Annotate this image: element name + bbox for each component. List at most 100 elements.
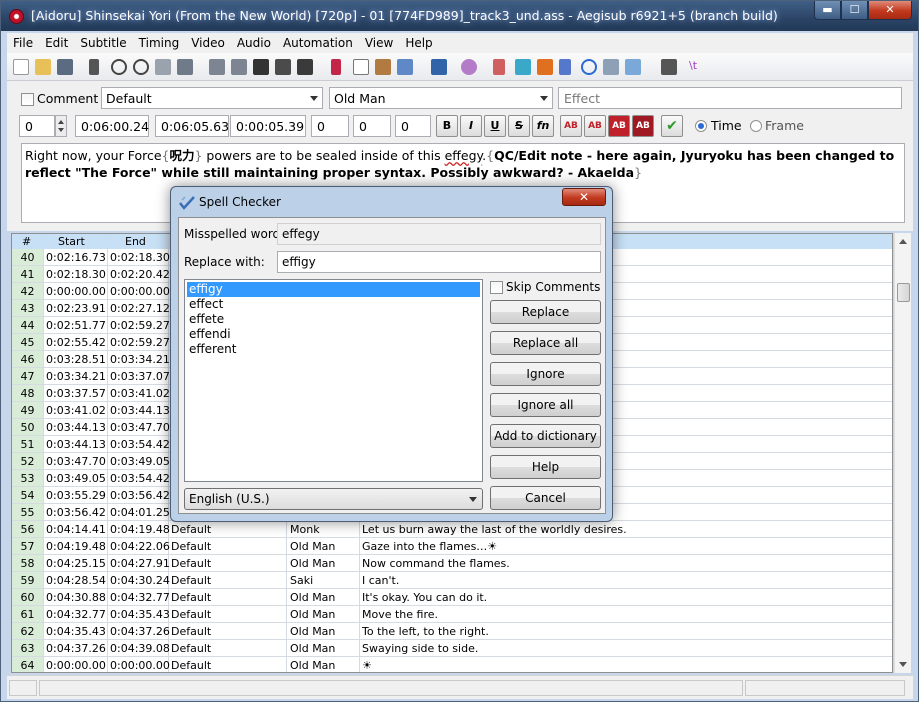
help-button[interactable]: Help bbox=[490, 455, 601, 479]
margin-right-field[interactable]: 0 bbox=[353, 115, 391, 137]
time-radio[interactable] bbox=[695, 120, 707, 132]
video-end-icon[interactable] bbox=[231, 59, 247, 75]
menu-help[interactable]: Help bbox=[399, 36, 438, 50]
table-row[interactable]: 59 0:04:28.54 0:04:30.24 Default Saki I can't… bbox=[12, 572, 892, 589]
suggestion-item[interactable]: effete bbox=[187, 312, 480, 327]
table-row[interactable]: 60 0:04:30.88 0:04:32.77 Default Old Man It's… bbox=[12, 589, 892, 606]
dialog-close-button[interactable]: ✕ bbox=[562, 188, 606, 206]
replace-all-button[interactable]: Replace all bbox=[490, 331, 601, 355]
table-row[interactable]: 64 0:00:00.00 0:00:00.00 Default Old Man ☀ bbox=[12, 657, 892, 672]
menu-timing[interactable]: Timing bbox=[133, 36, 186, 50]
zoom-out-icon[interactable] bbox=[133, 59, 149, 75]
snap-icon[interactable] bbox=[155, 59, 171, 75]
suggestion-item[interactable]: efferent bbox=[187, 342, 480, 357]
replace-with-input[interactable]: effigy bbox=[277, 251, 601, 273]
style-select[interactable]: Default bbox=[101, 87, 323, 109]
shadow-color-button[interactable]: AB bbox=[632, 115, 654, 137]
snap-end-icon[interactable] bbox=[177, 59, 193, 75]
close-button[interactable]: ✕ bbox=[868, 1, 912, 20]
kanji-timer-icon[interactable] bbox=[559, 59, 571, 75]
table-row[interactable]: 57 0:04:19.48 0:04:22.06 Default Old Man Gaze… bbox=[12, 538, 892, 555]
shift-times-icon[interactable] bbox=[581, 59, 597, 75]
assistant-icon[interactable] bbox=[461, 59, 477, 75]
timing-post-icon[interactable] bbox=[537, 59, 553, 75]
suggestion-item[interactable]: effendi bbox=[187, 327, 480, 342]
outline-color-button[interactable]: AB bbox=[608, 115, 630, 137]
start-time-field[interactable]: 0:06:00.24 bbox=[75, 115, 149, 137]
cancel-button[interactable]: Cancel bbox=[490, 486, 601, 510]
bold-button[interactable]: B bbox=[436, 115, 458, 137]
layer-field[interactable]: 0 bbox=[19, 115, 55, 137]
jump-to-icon[interactable] bbox=[89, 59, 99, 75]
cell-start-time: 0:02:55.42 bbox=[46, 336, 106, 349]
margin-vertical-field[interactable]: 0 bbox=[395, 115, 431, 137]
ignore-all-button[interactable]: Ignore all bbox=[490, 393, 601, 417]
options-icon[interactable] bbox=[661, 59, 677, 75]
cell-start-time: 0:04:25.15 bbox=[46, 557, 106, 570]
table-row[interactable]: 56 0:04:14.41 0:04:19.48 Default Monk Let us … bbox=[12, 521, 892, 538]
comment-checkbox[interactable] bbox=[21, 93, 34, 106]
secondary-color-button[interactable]: AB bbox=[584, 115, 606, 137]
suggestions-list[interactable]: effigy effect effete effendi efferent bbox=[184, 279, 483, 482]
zoom-in-icon[interactable] bbox=[111, 59, 127, 75]
scroll-up-icon[interactable] bbox=[899, 239, 907, 244]
effect-field[interactable]: Effect bbox=[558, 87, 902, 109]
spell-check-icon[interactable] bbox=[625, 59, 641, 75]
underline-button[interactable]: U bbox=[484, 115, 506, 137]
automation-icon[interactable] bbox=[431, 59, 447, 75]
table-row[interactable]: 61 0:04:32.77 0:04:35.43 Default Old Man Move… bbox=[12, 606, 892, 623]
suggestion-item[interactable]: effect bbox=[187, 297, 480, 312]
menu-video[interactable]: Video bbox=[185, 36, 231, 50]
table-row[interactable]: 58 0:04:25.15 0:04:27.91 Default Old Man Now … bbox=[12, 555, 892, 572]
skip-comments-checkbox[interactable] bbox=[490, 281, 503, 294]
scroll-down-icon[interactable] bbox=[899, 662, 907, 667]
italic-button[interactable]: I bbox=[460, 115, 482, 137]
fonts-icon[interactable] bbox=[397, 59, 413, 75]
save-file-icon[interactable] bbox=[57, 59, 73, 75]
maximize-button[interactable]: ☐ bbox=[841, 1, 868, 20]
menu-edit[interactable]: Edit bbox=[39, 36, 74, 50]
menu-file[interactable]: File bbox=[7, 36, 39, 50]
override-tags-icon[interactable]: \t bbox=[689, 59, 705, 75]
language-select[interactable]: English (U.S.) bbox=[184, 488, 483, 510]
title-bar[interactable]: [Aidoru] Shinsekai Yori (From the New Wo… bbox=[1, 1, 918, 31]
translation-icon[interactable] bbox=[493, 59, 505, 75]
status-segment bbox=[39, 680, 743, 696]
font-button[interactable]: fn bbox=[532, 115, 554, 137]
table-row[interactable]: 62 0:04:35.43 0:04:37.26 Default Old Man To t… bbox=[12, 623, 892, 640]
select-lines-icon[interactable] bbox=[603, 59, 619, 75]
add-to-dictionary-button[interactable]: Add to dictionary bbox=[490, 424, 601, 448]
margin-left-field[interactable]: 0 bbox=[311, 115, 349, 137]
menu-view[interactable]: View bbox=[359, 36, 399, 50]
suggestion-item[interactable]: effigy bbox=[187, 282, 480, 297]
resample-icon[interactable] bbox=[515, 59, 531, 75]
minimize-button[interactable]: ▬ bbox=[814, 1, 841, 20]
open-file-icon[interactable] bbox=[35, 59, 51, 75]
grid-scrollbar[interactable] bbox=[894, 233, 911, 673]
end-time-field[interactable]: 0:06:05.63 bbox=[155, 115, 229, 137]
replace-button[interactable]: Replace bbox=[490, 300, 601, 324]
styles-icon[interactable] bbox=[331, 59, 341, 75]
scrollbar-thumb[interactable] bbox=[897, 283, 910, 302]
menu-subtitle[interactable]: Subtitle bbox=[74, 36, 132, 50]
layer-spinner[interactable] bbox=[55, 115, 67, 137]
attachments-icon[interactable] bbox=[375, 59, 391, 75]
cell-row-number: 48 bbox=[12, 385, 43, 401]
frame-radio[interactable] bbox=[750, 120, 762, 132]
duration-field[interactable]: 0:00:05.39 bbox=[230, 115, 306, 137]
strikeout-button[interactable]: S bbox=[508, 115, 530, 137]
menu-audio[interactable]: Audio bbox=[231, 36, 277, 50]
keyframe-icon[interactable] bbox=[297, 59, 313, 75]
properties-icon[interactable] bbox=[353, 59, 369, 75]
film-strip-icon[interactable] bbox=[275, 59, 291, 75]
video-jump-icon[interactable] bbox=[209, 59, 225, 75]
primary-color-button[interactable]: AB bbox=[560, 115, 582, 137]
new-file-icon[interactable] bbox=[13, 59, 29, 75]
ignore-button[interactable]: Ignore bbox=[490, 362, 601, 386]
cell-actor: Old Man bbox=[290, 591, 336, 604]
table-row[interactable]: 63 0:04:37.26 0:04:39.08 Default Old Man Sway… bbox=[12, 640, 892, 657]
menu-automation[interactable]: Automation bbox=[277, 36, 359, 50]
actor-select[interactable]: Old Man bbox=[329, 87, 553, 109]
commit-button[interactable]: ✔ bbox=[661, 115, 683, 137]
film-icon[interactable] bbox=[253, 59, 269, 75]
